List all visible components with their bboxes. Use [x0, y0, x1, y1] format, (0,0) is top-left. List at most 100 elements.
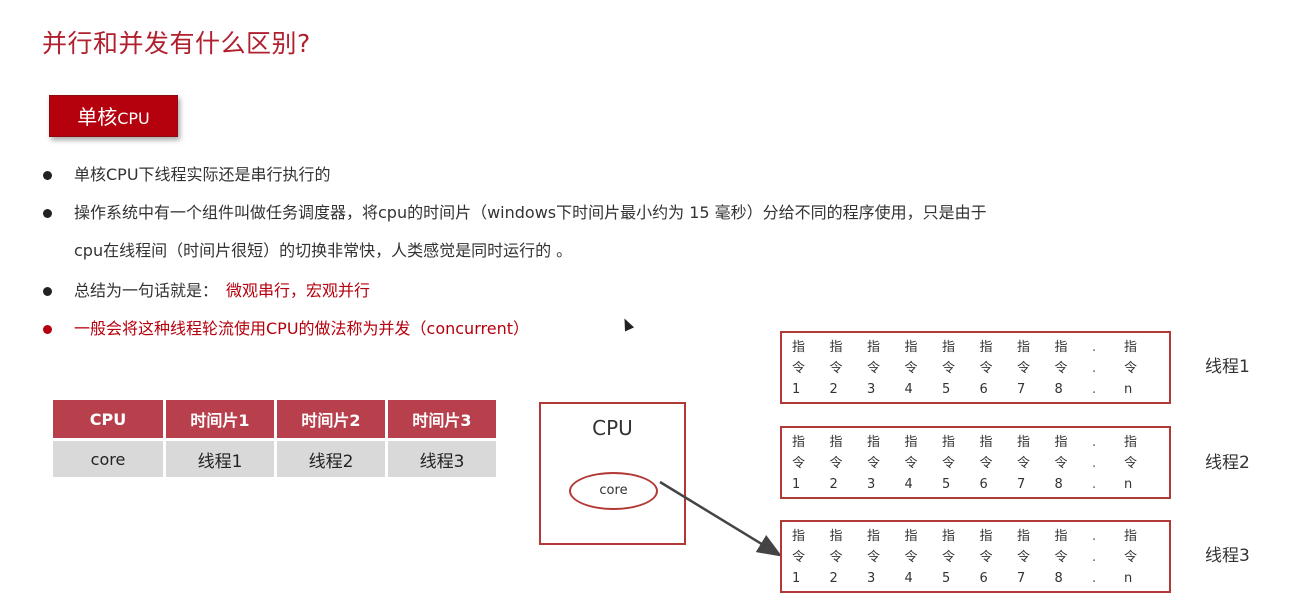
instruction: 指令 5	[942, 432, 980, 495]
instruction-char: 指	[867, 435, 881, 450]
instruction-char: .	[1092, 361, 1097, 376]
badge-cn: 单核	[77, 105, 118, 129]
time-slice-table: CPU 时间片1 时间片2 时间片3 core 线程1 线程2 线程3	[50, 397, 499, 480]
thread-instruction-box: 指令1指令2指令3指令4指令5指令6指令7指令8...指令n	[780, 426, 1171, 499]
instruction-char: n	[1124, 571, 1133, 586]
instruction-char: 4	[904, 571, 913, 586]
instruction-char: 指	[904, 340, 918, 355]
instruction-char: 1	[792, 571, 801, 586]
instruction: 指令 4	[905, 337, 943, 400]
bullet-item: 单核CPU下线程实际还是串行执行的	[40, 156, 331, 194]
instruction-char: 指	[1124, 435, 1138, 450]
table-cell: core	[53, 441, 163, 477]
instruction-char: 7	[1017, 571, 1026, 586]
instruction-char: 3	[867, 382, 876, 397]
instruction-char: 指	[1124, 529, 1138, 544]
instruction-ellipsis: ...	[1092, 526, 1124, 589]
thread-label: 线程2	[1205, 453, 1250, 473]
table-header-row: CPU 时间片1 时间片2 时间片3	[53, 400, 496, 438]
thread-label: 线程3	[1205, 546, 1250, 566]
instruction-char: 1	[792, 382, 801, 397]
instruction-char: 指	[792, 340, 806, 355]
instruction: 指令n	[1124, 526, 1162, 589]
instruction: 指令 1	[792, 337, 830, 400]
instruction-char: n	[1124, 382, 1133, 397]
instruction-char: 指	[1054, 340, 1068, 355]
instruction-char: n	[1124, 477, 1133, 492]
instruction-char: 令	[1054, 361, 1068, 376]
instruction: 指令 3	[867, 432, 905, 495]
instruction: 指令 4	[905, 526, 943, 589]
table-header: 时间片3	[388, 400, 496, 438]
bullet-text: 总结为一句话就是：	[74, 281, 219, 300]
instruction-char: 指	[829, 340, 843, 355]
instruction-char: 指	[867, 529, 881, 544]
instruction-char: 令	[1124, 361, 1138, 376]
instruction-char: 令	[867, 550, 881, 565]
instruction-char: 令	[829, 550, 843, 565]
instruction: 指令 6	[980, 337, 1018, 400]
table-cell: 线程2	[277, 441, 385, 477]
instruction-char: .	[1092, 382, 1097, 397]
table-header: CPU	[53, 400, 163, 438]
instruction-char: 2	[829, 571, 838, 586]
instruction: 指令 2	[830, 337, 868, 400]
instruction-char: 令	[1017, 456, 1031, 471]
instruction-char: 指	[829, 529, 843, 544]
instruction: 指令 4	[905, 432, 943, 495]
instruction-char: 5	[942, 382, 951, 397]
instruction-char: 令	[904, 361, 918, 376]
table-header: 时间片2	[277, 400, 385, 438]
instruction: 指令 3	[867, 337, 905, 400]
thread-label: 线程1	[1205, 357, 1250, 377]
bullet-item: 总结为一句话就是： 微观串行，宏观并行	[40, 272, 370, 310]
instruction-char: 8	[1054, 382, 1063, 397]
instruction: 指令 6	[980, 526, 1018, 589]
instruction-char: 令	[867, 456, 881, 471]
instruction-char: 令	[792, 456, 806, 471]
instruction-char: 指	[792, 435, 806, 450]
instruction-char: 令	[979, 456, 993, 471]
instruction: 指令 6	[980, 432, 1018, 495]
thread-instruction-box: 指令1指令2指令3指令4指令5指令6指令7指令8...指令n	[780, 520, 1171, 593]
bullet-highlight: 微观串行，宏观并行	[226, 281, 371, 300]
instruction: 指令 1	[792, 432, 830, 495]
instruction-char: 6	[979, 477, 988, 492]
instruction: 指令 2	[830, 432, 868, 495]
badge-en: CPU	[117, 109, 150, 128]
instruction-char: 指	[942, 340, 956, 355]
instruction-char: 令	[942, 361, 956, 376]
instruction: 指令 5	[942, 526, 980, 589]
instruction-char: 令	[867, 361, 881, 376]
instruction: 指令 1	[792, 526, 830, 589]
table-cell: 线程1	[166, 441, 274, 477]
cpu-label: CPU	[592, 416, 633, 440]
single-core-badge: 单核CPU	[49, 95, 178, 137]
instruction-char: 4	[904, 477, 913, 492]
instruction-ellipsis: ...	[1092, 337, 1124, 400]
bullet-dot-icon	[43, 209, 52, 218]
instruction-char: .	[1092, 571, 1097, 586]
instruction: 指令 7	[1017, 526, 1055, 589]
instruction-char: 指	[942, 529, 956, 544]
core-ellipse: core	[569, 472, 658, 510]
instruction: 指令 5	[942, 337, 980, 400]
instruction-char: 指	[979, 340, 993, 355]
instruction-char: .	[1092, 456, 1097, 471]
instruction-char: 指	[1017, 340, 1031, 355]
instruction-char: 1	[792, 477, 801, 492]
instruction-char: 指	[904, 529, 918, 544]
bullet-text: 一般会将这种线程轮流使用CPU的做法称为并发（concurrent）	[74, 319, 529, 338]
instruction-char: 令	[904, 550, 918, 565]
instruction-char: 指	[1054, 435, 1068, 450]
instruction-char: 令	[942, 550, 956, 565]
instruction-char: 令	[829, 361, 843, 376]
bullet-dot-icon	[43, 287, 52, 296]
bullet-item: 操作系统中有一个组件叫做任务调度器，将cpu的时间片（windows下时间片最小…	[40, 194, 987, 270]
instruction: 指令 7	[1017, 432, 1055, 495]
instruction-ellipsis: ...	[1092, 432, 1124, 495]
cpu-box: CPU core	[539, 402, 686, 545]
instruction-char: 3	[867, 477, 876, 492]
instruction-char: 令	[1124, 550, 1138, 565]
instruction-char: 令	[829, 456, 843, 471]
